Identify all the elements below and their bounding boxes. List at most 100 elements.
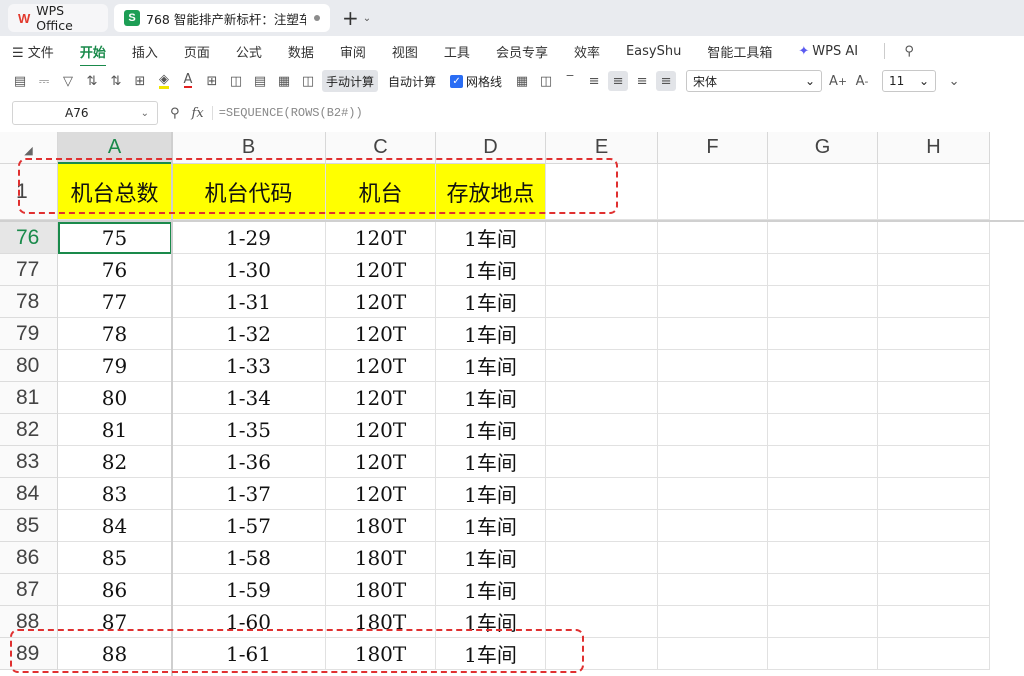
clear-format-icon[interactable]: ◫ [536, 71, 556, 91]
table-cell[interactable] [546, 574, 658, 606]
row-header[interactable]: 80 [0, 350, 58, 382]
align-left-icon[interactable]: ≡ [584, 71, 604, 91]
table-cell[interactable]: 85 [58, 542, 172, 574]
table-cell[interactable] [546, 542, 658, 574]
table-cell[interactable]: 120T [326, 478, 436, 510]
menu-formula[interactable]: 公式 [236, 42, 262, 61]
table-cell[interactable] [768, 382, 878, 414]
wrap-icon[interactable]: ▤ [250, 71, 270, 91]
table-cell[interactable]: 76 [58, 254, 172, 286]
row-header[interactable]: 82 [0, 414, 58, 446]
table-cell[interactable] [658, 414, 768, 446]
table-cell[interactable] [768, 350, 878, 382]
table-cell[interactable] [658, 286, 768, 318]
menu-home[interactable]: 开始 [79, 42, 106, 67]
column-header-g[interactable]: G [768, 132, 878, 164]
table-cell[interactable] [768, 542, 878, 574]
table-cell[interactable]: 1-34 [172, 382, 326, 414]
menu-smart-toolbox[interactable]: 智能工具箱 [707, 42, 772, 61]
tab-list-chevron-down-icon[interactable]: ⌄ [363, 13, 371, 24]
table-cell[interactable] [546, 638, 658, 670]
sort-asc-icon[interactable]: ⇅ [82, 71, 102, 91]
table-cell[interactable] [768, 574, 878, 606]
spreadsheet-grid[interactable]: ◢ A B C D E F G H 1 机台总数 机台代码 机台 存放地点 76 75 1-29 120T 1车间… [0, 132, 1024, 676]
table-cell[interactable]: 1-58 [172, 542, 326, 574]
table-cell[interactable] [768, 414, 878, 446]
search-icon[interactable]: ⚲ [899, 41, 919, 61]
unsaved-dot-icon[interactable] [314, 15, 320, 21]
paste-icon[interactable]: ⎓ [34, 71, 54, 91]
table-cell[interactable]: 120T [326, 222, 436, 254]
table-cell[interactable]: 1-35 [172, 414, 326, 446]
table-cell[interactable] [878, 286, 990, 318]
table-cell[interactable] [546, 414, 658, 446]
table-cell[interactable] [878, 446, 990, 478]
convert-icon[interactable]: ⊞ [202, 71, 222, 91]
table-cell[interactable]: 83 [58, 478, 172, 510]
table-cell[interactable]: 86 [58, 574, 172, 606]
row-header[interactable]: 84 [0, 478, 58, 510]
table-cell[interactable]: 84 [58, 510, 172, 542]
menu-insert[interactable]: 插入 [132, 42, 158, 61]
table-cell[interactable]: 1车间 [436, 510, 546, 542]
table-cell[interactable] [878, 414, 990, 446]
menu-easyshu[interactable]: EasyShu [626, 44, 681, 59]
font-decrease-icon[interactable]: A- [852, 71, 872, 91]
tab-document[interactable]: S 768 智能排产新标杆：注塑车间全 [114, 4, 330, 32]
header-cell[interactable] [658, 164, 768, 220]
menu-member[interactable]: 会员专享 [496, 42, 548, 61]
table-cell[interactable]: 77 [58, 286, 172, 318]
align-right-icon[interactable]: ≡ [632, 71, 652, 91]
column-header-e[interactable]: E [546, 132, 658, 164]
table-cell[interactable]: 82 [58, 446, 172, 478]
table-cell[interactable]: 79 [58, 350, 172, 382]
header-cell[interactable] [546, 164, 658, 220]
menu-efficiency[interactable]: 效率 [574, 42, 600, 61]
table-cell[interactable]: 1-29 [172, 222, 326, 254]
format-painter-icon[interactable]: ▤ [10, 71, 30, 91]
header-cell[interactable] [768, 164, 878, 220]
table-cell[interactable] [768, 286, 878, 318]
merge-icon[interactable]: ◫ [226, 71, 246, 91]
table-cell[interactable] [768, 254, 878, 286]
menu-page[interactable]: 页面 [184, 42, 210, 61]
table-cell[interactable] [878, 510, 990, 542]
table-cell[interactable] [658, 446, 768, 478]
table-cell[interactable]: 1-37 [172, 478, 326, 510]
filter-icon[interactable]: ▽ [58, 71, 78, 91]
menu-review[interactable]: 审阅 [340, 42, 366, 61]
fill-color-icon[interactable]: ◈ [154, 71, 174, 91]
table-cell[interactable] [878, 222, 990, 254]
table-cell[interactable]: 1-33 [172, 350, 326, 382]
table-cell[interactable] [546, 446, 658, 478]
table-cell[interactable]: 180T [326, 510, 436, 542]
table-cell[interactable]: 78 [58, 318, 172, 350]
row-header[interactable]: 79 [0, 318, 58, 350]
table-cell[interactable] [768, 510, 878, 542]
table-cell[interactable]: 87 [58, 606, 172, 638]
table-cell[interactable]: 1-32 [172, 318, 326, 350]
table-style-icon[interactable]: ▦ [512, 71, 532, 91]
table-cell[interactable]: 1-30 [172, 254, 326, 286]
manual-calc-button[interactable]: 手动计算 [322, 70, 379, 92]
gridlines-toggle[interactable]: ✓ 网格线 [446, 70, 506, 92]
insert-icon[interactable]: ◫ [298, 71, 318, 91]
column-header-b[interactable]: B [172, 132, 326, 164]
menu-wps-ai[interactable]: ✦ WPS AI [798, 44, 858, 59]
row-header[interactable]: 88 [0, 606, 58, 638]
table-cell[interactable]: 1-59 [172, 574, 326, 606]
freeze-icon[interactable]: ▦ [274, 71, 294, 91]
table-cell[interactable]: 88 [58, 638, 172, 670]
menu-view[interactable]: 视图 [392, 42, 418, 61]
font-color-icon[interactable]: A [178, 71, 198, 91]
insert-function-fx-icon[interactable]: fx [192, 106, 204, 121]
table-cell[interactable]: 180T [326, 542, 436, 574]
row-header[interactable]: 81 [0, 382, 58, 414]
row-header-1[interactable]: 1 [0, 164, 58, 220]
table-cell[interactable]: 1车间 [436, 414, 546, 446]
table-cell[interactable] [768, 446, 878, 478]
table-cell[interactable] [658, 574, 768, 606]
new-tab-plus-icon[interactable]: + [342, 6, 359, 30]
table-cell[interactable]: 1车间 [436, 350, 546, 382]
font-increase-icon[interactable]: A + [828, 71, 848, 91]
